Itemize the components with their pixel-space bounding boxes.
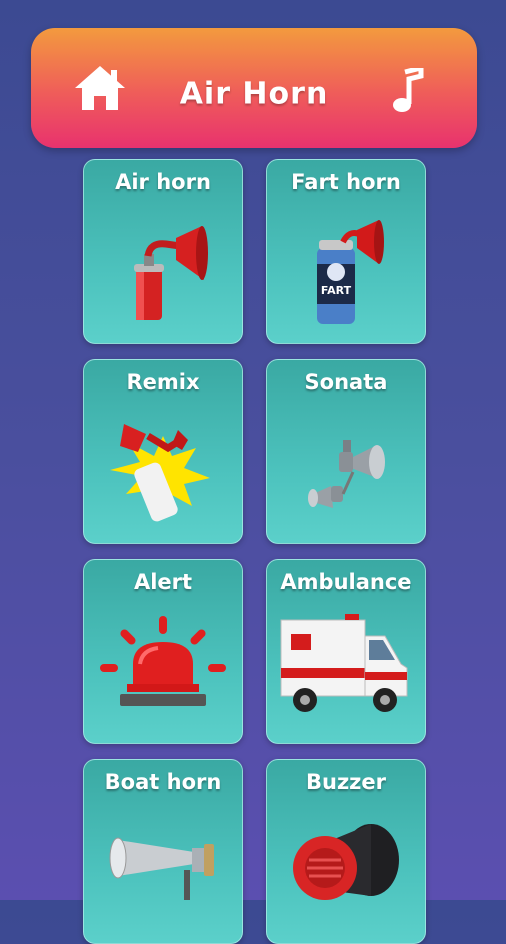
app-header: Air Horn <box>31 28 477 148</box>
sound-card-buzzer[interactable]: Buzzer <box>266 759 426 944</box>
sonata-horn-icon <box>308 440 385 508</box>
sound-card-fart-horn[interactable]: Fart horn FART <box>266 159 426 344</box>
sound-card-alert[interactable]: Alert <box>83 559 243 744</box>
sound-card-remix[interactable]: Remix <box>83 359 243 544</box>
remix-horn-icon <box>110 424 210 522</box>
ambulance-icon <box>280 614 408 712</box>
alert-siren-icon <box>100 616 226 706</box>
sound-card-boat-horn[interactable]: Boat horn <box>83 759 243 944</box>
air-horn-icon <box>134 226 208 320</box>
buzzer-icon <box>293 824 399 900</box>
music-note-icon[interactable] <box>391 68 425 114</box>
sound-card-ambulance[interactable]: Ambulance <box>266 559 426 744</box>
fart-horn-icon: FART <box>317 220 384 324</box>
boat-horn-icon <box>109 837 214 900</box>
svg-text:FART: FART <box>321 284 352 297</box>
sound-card-air-horn[interactable]: Air horn <box>83 159 243 344</box>
sound-card-sonata[interactable]: Sonata <box>266 359 426 544</box>
